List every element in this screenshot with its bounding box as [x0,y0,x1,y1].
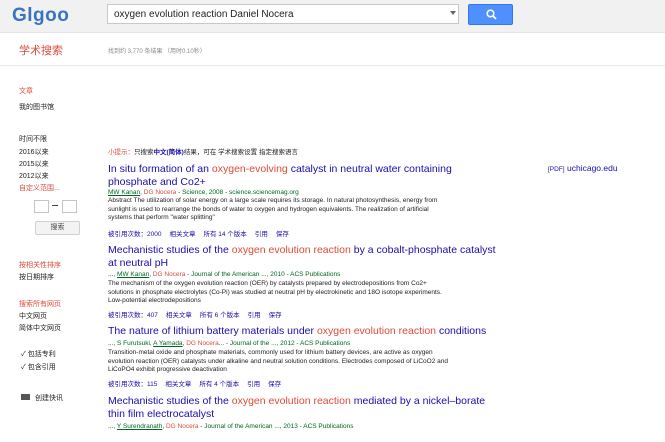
cited-by-link[interactable]: 被引用次数：115 [108,381,157,388]
sidebar-search-button[interactable]: 搜索 [35,221,80,235]
title-text: conditions [436,325,487,337]
date-to-input[interactable] [62,200,77,213]
result-source: - Journal of the American ..., 2010 - AC… [185,271,341,278]
include-patents-label: 包括专利 [27,351,56,358]
result-meta: MW Kanan, DG Nocera - Science, 2008 - sc… [108,189,299,196]
sidebar-custom-range[interactable]: 自定义范围... [19,183,60,193]
author-link[interactable]: MW Kanan [108,189,140,196]
save-link[interactable]: 保存 [268,381,281,388]
pdf-tag: [PDF] [548,166,565,173]
tip-text2: 结果，可在 学术搜索设置 指定搜索语言 [183,149,298,156]
envelope-icon [21,394,30,400]
related-link[interactable]: 相关文章 [165,381,191,388]
title-highlight: oxygen evolution reaction [316,325,437,337]
include-patents-checkbox[interactable]: ✓ 包括专利 [21,349,56,359]
title-highlight: oxygen evolution reaction [231,395,351,407]
result-title[interactable]: Mechanistic studies of the oxygen evolut… [108,244,498,270]
result-links: 被引用次数：115 相关文章 所有 4 个版本 引用 保存 [108,378,289,388]
date-from-input[interactable] [34,200,49,213]
result-source: - Journal of the American ..., 2013 - AC… [198,423,354,430]
title-text: Mechanistic studies of the [108,244,232,256]
result-abstract: Abstract The utilization of solar energy… [108,197,438,222]
language-tip: 小提示：只搜索中文(简体)结果，可在 学术搜索设置 指定搜索语言 [108,146,298,156]
versions-link[interactable]: 所有 6 个版本 [200,312,240,319]
author-link[interactable]: Y Surendranath [117,423,162,430]
result-links: 被引用次数：2000 相关文章 所有 14 个版本 引用 保存 [108,228,297,238]
sort-relevance[interactable]: 按相关性排序 [19,260,61,270]
result-meta: ..., S Furutsuki, A Yamada, DG Nocera...… [108,340,351,347]
title-text: The nature of lithium battery materials … [108,325,317,337]
result-source: - Science, 2008 - science.sciencemag.org [176,189,299,196]
author-highlight: DG Nocera [165,423,199,430]
sidebar-chinese-pages[interactable]: 中文网页 [19,311,47,321]
sidebar-since-2012[interactable]: 2012以来 [19,171,49,181]
search-input[interactable]: oxygen evolution reaction Daniel Nocera [107,4,459,24]
author-highlight: DG Nocera [143,189,177,196]
author-link[interactable]: A Yamada [153,340,182,347]
cite-link[interactable]: 引用 [247,381,260,388]
result-title[interactable]: Mechanistic studies of the oxygen evolut… [108,395,498,421]
title-text: In situ formation of an [108,163,212,175]
include-citations-checkbox[interactable]: ✓ 包含引用 [21,362,56,372]
tip-prefix: 小提示： [108,149,134,156]
tip-chinese-link[interactable]: 中文(简体) [154,149,184,156]
create-alert-link[interactable]: 创建快讯 [35,393,63,403]
author-prefix: ..., S Furutsuki, [108,340,154,347]
save-link[interactable]: 保存 [269,312,282,319]
tip-text1: 只搜索 [134,149,154,156]
result-links: 被引用次数：407 相关文章 所有 6 个版本 引用 保存 [108,309,290,319]
sidebar-since-2015[interactable]: 2015以来 [19,159,49,169]
cited-by-link[interactable]: 被引用次数：407 [108,312,158,319]
author-highlight: DG Nocera [186,340,219,347]
result-abstract: Transition-metal oxide and phosphate mat… [108,349,448,374]
search-button[interactable] [468,4,513,25]
versions-link[interactable]: 所有 4 个版本 [199,381,239,388]
result-title[interactable]: In situ formation of an oxygen-evolving … [108,163,498,189]
pdf-link[interactable]: [PDF] uchicago.edu [548,163,618,173]
title-text: Mechanistic studies of the [108,395,232,407]
result-stats: 找到约 3,770 条结果 （用时0.10秒） [108,49,206,55]
search-icon [486,9,497,20]
author-highlight: DG Nocera [152,271,186,278]
logo[interactable]: Glgoo [12,5,69,27]
sidebar-since-2016[interactable]: 2016以来 [19,147,49,157]
related-link[interactable]: 相关文章 [169,231,195,238]
cite-link[interactable]: 引用 [255,231,268,238]
result-abstract: The mechanism of the oxygen evolution re… [108,280,442,305]
sort-date[interactable]: 按日期排序 [19,272,54,282]
sidebar-all-pages[interactable]: 搜索所有网页 [19,299,61,309]
sub-bar [0,33,665,66]
related-link[interactable]: 相关文章 [166,312,192,319]
cite-link[interactable]: 引用 [248,312,261,319]
result-source: ... - Journal of the ..., 2012 - ACS Pub… [218,340,351,347]
dropdown-arrow-icon[interactable] [450,11,456,15]
result-meta: ..., Y Surendranath, DG Nocera - Journal… [108,423,354,430]
title-highlight: oxygen-evolving [211,163,288,175]
range-dash [52,205,58,206]
author-link[interactable]: MW Kanan [117,271,149,278]
versions-link[interactable]: 所有 14 个版本 [203,231,246,238]
sidebar-library[interactable]: 我的图书馆 [19,102,54,112]
save-link[interactable]: 保存 [276,231,289,238]
sidebar-articles[interactable]: 文章 [19,86,33,96]
include-citations-label: 包含引用 [27,364,56,371]
sidebar-time-any[interactable]: 时间不限 [19,134,47,144]
pdf-source: uchicago.edu [567,163,618,173]
title-highlight: oxygen evolution reaction [231,244,351,256]
scholar-title[interactable]: 学术搜索 [19,42,63,58]
sidebar-simplified-pages[interactable]: 简体中文网页 [19,323,61,333]
author-prefix: ..., [108,271,118,278]
result-meta: ..., MW Kanan, DG Nocera - Journal of th… [108,271,341,278]
author-prefix: ..., [108,423,117,430]
result-title[interactable]: The nature of lithium battery materials … [108,325,498,338]
cited-by-link[interactable]: 被引用次数：2000 [108,231,161,238]
